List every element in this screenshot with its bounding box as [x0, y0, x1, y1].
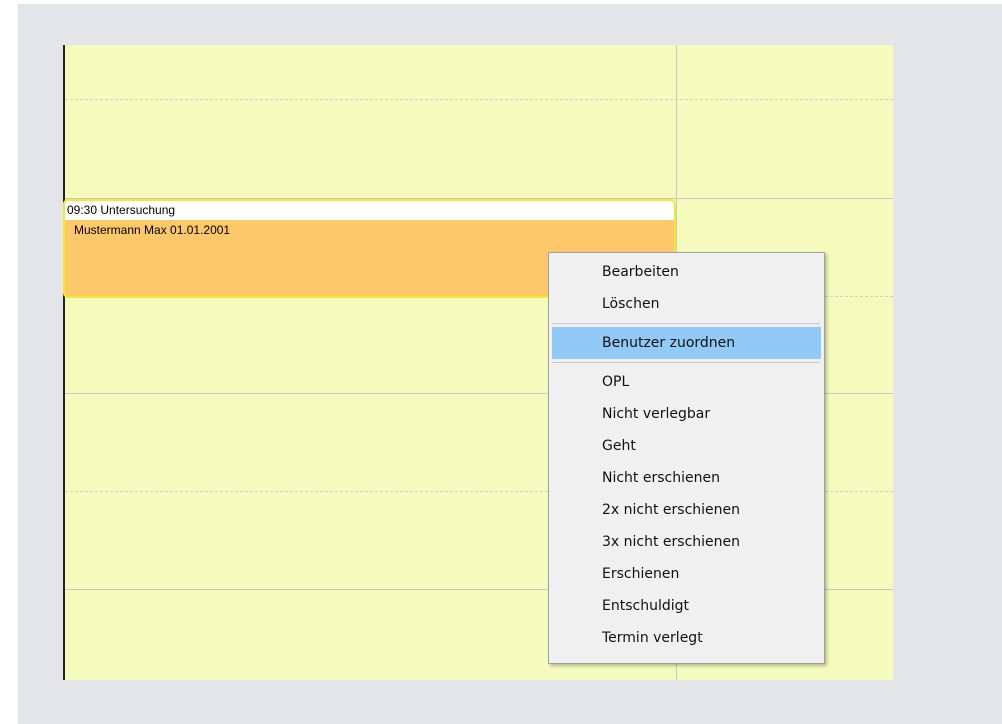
menu-item-benutzer-zuordnen[interactable]: Benutzer zuordnen [552, 327, 821, 359]
context-menu: Bearbeiten Löschen Benutzer zuordnen OPL… [548, 252, 825, 664]
menu-item-opl[interactable]: OPL [552, 366, 821, 398]
grid-line-dashed [65, 99, 893, 100]
menu-item-nicht-verlegbar[interactable]: Nicht verlegbar [552, 398, 821, 430]
appointment-time-title: 09:30 Untersuchung [65, 201, 674, 220]
appointment-patient: Mustermann Max 01.01.2001 [74, 223, 231, 237]
menu-item-nicht-erschienen[interactable]: Nicht erschienen [552, 462, 821, 494]
menu-item-loeschen[interactable]: Löschen [552, 288, 821, 320]
menu-item-3x-nicht-erschienen[interactable]: 3x nicht erschienen [552, 526, 821, 558]
menu-item-erschienen[interactable]: Erschienen [552, 558, 821, 590]
menu-item-entschuldigt[interactable]: Entschuldigt [552, 590, 821, 622]
menu-item-2x-nicht-erschienen[interactable]: 2x nicht erschienen [552, 494, 821, 526]
menu-item-termin-verlegt[interactable]: Termin verlegt [552, 622, 821, 654]
menu-item-bearbeiten[interactable]: Bearbeiten [552, 256, 821, 288]
menu-item-geht[interactable]: Geht [552, 430, 821, 462]
menu-separator [552, 323, 820, 324]
menu-separator [552, 362, 820, 363]
